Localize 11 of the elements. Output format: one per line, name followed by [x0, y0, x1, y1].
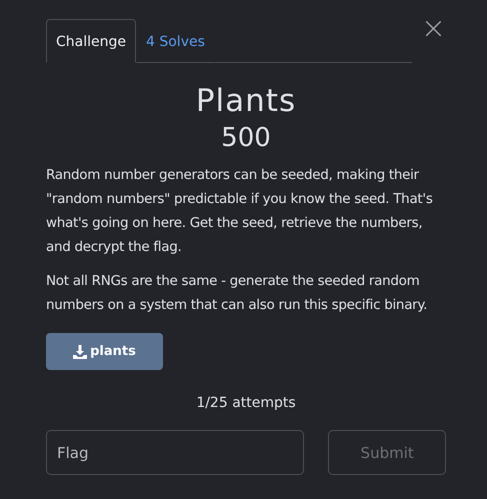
close-button[interactable]: × [420, 19, 446, 39]
tab[interactable]: Challenge [46, 19, 136, 63]
flag-input[interactable]: Flag [46, 430, 304, 475]
challenge-title: Plants [194, 82, 298, 121]
tab[interactable]: 4 Solves [136, 19, 215, 63]
challenge-points: 500 [220, 122, 272, 155]
attempts-count: 1/25 attempts [195, 395, 297, 411]
download-icon [73, 344, 88, 358]
download-button[interactable]: plants [46, 333, 163, 370]
description-paragraph: Random number generators can be seeded, making their "random numbers" predictable if you know the seed. That's what's going on here. Get the seed, retrieve the numbers, and decrypt the flag. [46, 166, 434, 257]
description-paragraph: Not all RNGs are the same - generate the seeded random numbers on a system that can also run this specific binary. [46, 272, 428, 315]
